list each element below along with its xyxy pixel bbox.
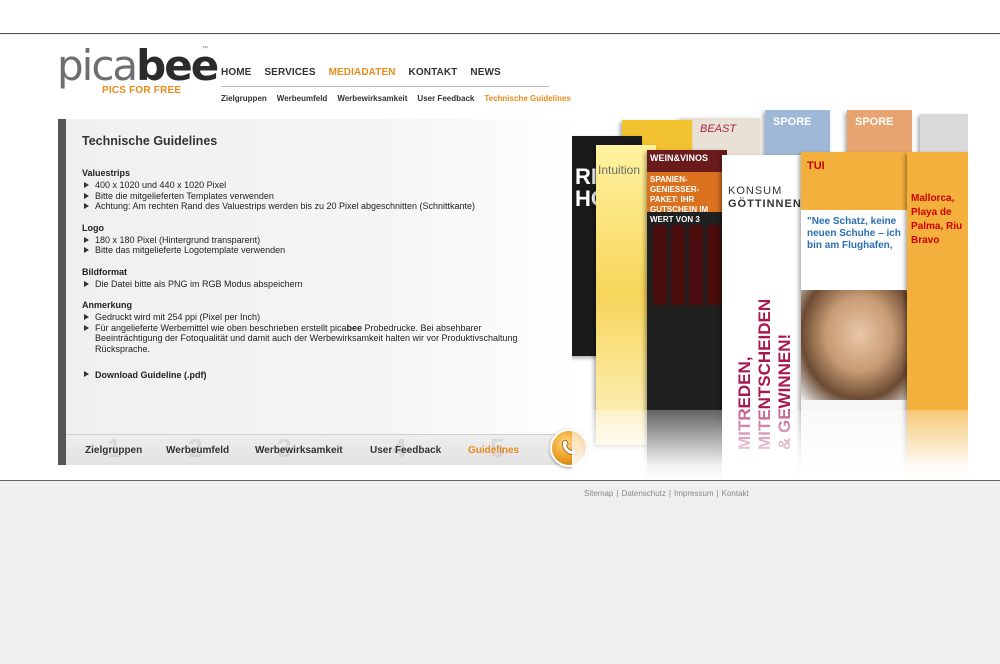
nav-divider	[221, 86, 549, 87]
ad-wein-promo: SPANIEN-GENIESSER-PAKET: IHR GUTSCHEIN I…	[647, 172, 727, 224]
main-nav: HOME SERVICES MEDIADATEN KONTAKT NEWS	[221, 67, 501, 78]
ad-spore-title: SPORE	[773, 116, 812, 128]
footer-separator: |	[616, 489, 619, 498]
section-heading: Anmerkung	[82, 300, 133, 310]
section-anmerkung: Anmerkung Gedruckt wird mit 254 ppi (Pix…	[82, 300, 522, 354]
subnav-werbeumfeld[interactable]: Werbeumfeld	[277, 94, 328, 103]
section-heading: Logo	[82, 222, 104, 233]
ad-tui-logo: TUI	[801, 152, 907, 210]
tab-guidelines[interactable]: 5 Guidelines	[468, 433, 519, 463]
panel-accent-bar	[58, 119, 66, 465]
list-item: Gedruckt wird mit 254 ppi (Pixel per Inc…	[82, 312, 522, 323]
tab-number: 4	[392, 433, 407, 463]
subnav-technische-guidelines[interactable]: Technische Guidelines	[484, 94, 571, 103]
ad-wein-title: WEIN&VINOS	[647, 150, 727, 172]
ad-spore-title: SPORE	[855, 116, 894, 128]
footer-separator: |	[716, 489, 719, 498]
tab-zielgruppen[interactable]: 1 Zielgruppen	[85, 433, 142, 463]
tab-werbewirksamkeit[interactable]: 3 Werbewirksamkeit	[255, 433, 343, 463]
sub-nav: Zielgruppen Werbeumfeld Werbewirksamkeit…	[221, 94, 571, 103]
footer-separator: |	[668, 489, 671, 498]
list-item: Achtung: Am rechten Rand des Valuestrips…	[82, 201, 522, 212]
footer-impressum-link[interactable]: Impressum	[674, 489, 714, 498]
list-item: Bitte das mitgelieferte Logotemplate ver…	[82, 245, 522, 256]
logo-tm: ™	[202, 46, 208, 52]
ad-konsum-title: KONSUM GÖTTINNEN	[728, 185, 802, 211]
wine-bottle-icon	[689, 225, 703, 305]
ad-beast-title: BEAST	[700, 123, 737, 135]
footer-kontakt-link[interactable]: Kontakt	[722, 489, 749, 498]
note-prefix: Für angelieferte Werbemittel wie oben be…	[95, 322, 347, 333]
ad-tui-text: "Nee Schatz, keine neuen Schuhe – ich bi…	[801, 210, 907, 290]
download-guideline-link[interactable]: Download Guideline (.pdf)	[82, 370, 522, 380]
page-title: Technische Guidelines	[82, 134, 218, 148]
subnav-zielgruppen[interactable]: Zielgruppen	[221, 94, 267, 103]
footer-datenschutz-link[interactable]: Datenschutz	[621, 489, 665, 498]
tab-number: 5	[490, 433, 505, 463]
ad-tui-side-text: Mallorca, Playa de Palma, Riu Bravo	[911, 193, 963, 246]
tab-label: Werbewirksamkeit	[255, 445, 343, 456]
logo-slogan: PICS FOR FREE	[102, 85, 182, 96]
list-item: Die Datei bitte als PNG im RGB Modus abs…	[82, 279, 522, 290]
section-heading: Bildformat	[82, 266, 127, 277]
logo-wordmark: picabee	[57, 41, 219, 90]
section-heading: Valuestrips	[82, 168, 131, 178]
wine-bottle-icon	[707, 225, 721, 305]
ad-card-spore: SPORE	[765, 110, 830, 158]
guidelines-content: Technische Guidelines Valuestrips 400 x …	[82, 134, 522, 380]
section-valuestrips: Valuestrips 400 x 1020 und 440 x 1020 Pi…	[82, 168, 522, 212]
tab-user-feedback[interactable]: 4 User Feedback	[370, 433, 441, 463]
section-bildformat: Bildformat Die Datei bitte als PNG im RG…	[82, 267, 522, 290]
footer-sitemap-link[interactable]: Sitemap	[584, 489, 613, 498]
list-item: Für angelieferte Werbemittel wie oben be…	[82, 323, 522, 355]
ad-card-spore: SPORE	[847, 110, 912, 158]
collage-reflection	[572, 410, 968, 480]
tab-number: 3	[277, 433, 292, 463]
nav-home[interactable]: HOME	[221, 67, 251, 78]
list-item: Bitte die mitgelieferten Templates verwe…	[82, 191, 522, 202]
list-item: 400 x 1020 und 440 x 1020 Pixel	[82, 180, 522, 191]
section-logo: Logo 180 x 180 Pixel (Hintergrund transp…	[82, 223, 522, 256]
top-bar	[0, 0, 1000, 34]
subnav-user-feedback[interactable]: User Feedback	[417, 94, 474, 103]
nav-kontakt[interactable]: KONTAKT	[409, 67, 458, 78]
wine-bottle-icon	[671, 225, 685, 305]
note-brand: bee	[346, 322, 362, 333]
nav-news[interactable]: NEWS	[470, 67, 500, 78]
tab-werbeumfeld[interactable]: 2 Werbeumfeld	[166, 433, 229, 463]
tab-number: 2	[188, 433, 203, 463]
ad-collage-image: SPORE SPORE BEAST RI HO Intuition WEIN&VI…	[572, 110, 968, 480]
ad-tui-photo	[801, 290, 907, 400]
wine-bottle-icon	[653, 225, 667, 305]
footer-links: Sitemap | Datenschutz | Impressum | Kontakt	[584, 489, 749, 498]
brand-logo[interactable]: picabee ™ PICS FOR FREE	[57, 44, 219, 100]
ad-konsum-line2: GÖTTINNEN	[728, 198, 802, 210]
nav-mediadaten[interactable]: MEDIADATEN	[329, 67, 396, 78]
list-item: 180 x 180 Pixel (Hintergrund transparent…	[82, 235, 522, 246]
tab-number: 1	[107, 433, 122, 463]
ad-intuition-title: Intuition	[598, 163, 641, 177]
ad-card-grey	[920, 114, 968, 154]
nav-services[interactable]: SERVICES	[264, 67, 315, 78]
ad-konsum-line1: KONSUM	[728, 185, 783, 197]
section-tabs: 1 Zielgruppen 2 Werbeumfeld 3 Werbewirksamk…	[66, 433, 578, 465]
subnav-werbewirksamkeit[interactable]: Werbewirksamkeit	[337, 94, 407, 103]
logo-part1: pica	[57, 41, 138, 90]
